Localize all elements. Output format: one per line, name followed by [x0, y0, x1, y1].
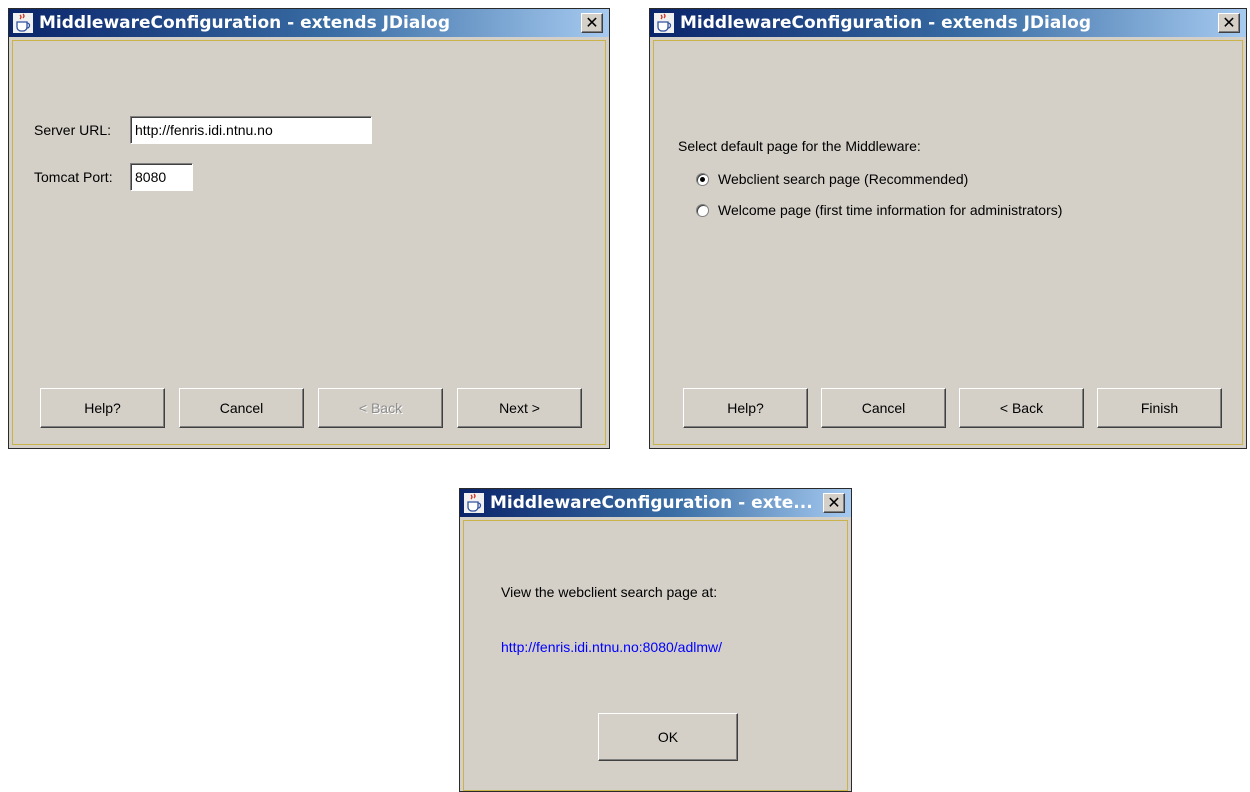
cancel-button[interactable]: Cancel [821, 388, 946, 428]
dialog-title: MiddlewareConfiguration - exte... [490, 493, 813, 513]
back-button[interactable]: < Back [959, 388, 1084, 428]
help-button[interactable]: Help? [40, 388, 165, 428]
dialog-title: MiddlewareConfiguration - extends JDialo… [680, 13, 1092, 33]
tomcat-port-input[interactable]: 8080 [130, 163, 193, 191]
dialog-content: Select default page for the Middleware: … [653, 40, 1243, 445]
finish-button[interactable]: Finish [1097, 388, 1222, 428]
title-bar[interactable]: MiddlewareConfiguration - exte... ✕ [460, 489, 851, 517]
close-button[interactable]: ✕ [581, 13, 603, 33]
default-page-prompt: Select default page for the Middleware: [678, 138, 921, 154]
back-button[interactable]: < Back [318, 388, 443, 428]
tomcat-port-label: Tomcat Port: [34, 169, 113, 185]
dialog-content: View the webclient search page at: http:… [463, 520, 848, 791]
java-cup-icon [13, 13, 33, 33]
next-button[interactable]: Next > [457, 388, 582, 428]
radio-label: Webclient search page (Recommended) [718, 171, 969, 187]
dialog-content: Server URL: http://fenris.idi.ntnu.no To… [12, 40, 606, 445]
close-icon: ✕ [827, 493, 841, 512]
java-cup-icon [464, 493, 484, 513]
webclient-link[interactable]: http://fenris.idi.ntnu.no:8080/adlmw/ [501, 639, 722, 655]
server-url-input[interactable]: http://fenris.idi.ntnu.no [130, 116, 372, 144]
title-bar[interactable]: MiddlewareConfiguration - extends JDialo… [650, 9, 1246, 37]
close-button[interactable]: ✕ [1218, 13, 1240, 33]
ok-button[interactable]: OK [598, 713, 738, 761]
radio-label: Welcome page (first time information for… [718, 202, 1063, 218]
help-button[interactable]: Help? [683, 388, 808, 428]
radio-button-unchecked[interactable] [696, 204, 709, 217]
config-dialog-complete: MiddlewareConfiguration - exte... ✕ View… [459, 488, 852, 792]
java-cup-icon [654, 13, 674, 33]
cancel-button[interactable]: Cancel [179, 388, 304, 428]
dialog-title: MiddlewareConfiguration - extends JDialo… [39, 13, 451, 33]
completion-message: View the webclient search page at: [501, 584, 718, 600]
radio-button-checked[interactable] [696, 173, 709, 186]
close-icon: ✕ [585, 13, 599, 32]
config-dialog-server: MiddlewareConfiguration - extends JDialo… [8, 8, 610, 449]
title-bar[interactable]: MiddlewareConfiguration - extends JDialo… [9, 9, 609, 37]
server-url-label: Server URL: [34, 122, 112, 138]
close-button[interactable]: ✕ [823, 493, 845, 513]
config-dialog-default-page: MiddlewareConfiguration - extends JDialo… [649, 8, 1247, 449]
close-icon: ✕ [1222, 13, 1236, 32]
